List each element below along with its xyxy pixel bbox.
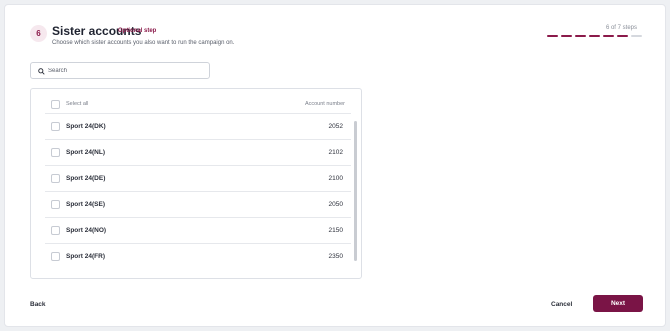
account-list: Sport 24(DK) 2052 Sport 24(NL) 2102 Sport 24… — [45, 113, 351, 269]
account-number: 2052 — [328, 123, 343, 130]
back-button[interactable]: Back — [30, 301, 46, 308]
account-name: Sport 24(NO) — [66, 227, 107, 234]
account-name: Sport 24(NL) — [66, 149, 105, 156]
step-dash — [603, 35, 614, 37]
search-input[interactable] — [48, 64, 206, 77]
row-checkbox[interactable] — [51, 122, 60, 131]
row-checkbox[interactable] — [51, 200, 60, 209]
table-row[interactable]: Sport 24(NO) 2150 — [45, 217, 351, 243]
step-dash — [617, 35, 628, 37]
next-button[interactable]: Next — [593, 295, 643, 312]
wizard-card: 6 Sister accounts Optional step Choose w… — [4, 4, 666, 327]
table-header: Select all Account number — [45, 97, 345, 113]
select-all-checkbox[interactable] — [51, 100, 60, 109]
row-checkbox[interactable] — [51, 226, 60, 235]
scrollbar[interactable] — [354, 121, 357, 261]
account-number: 2150 — [328, 227, 343, 234]
step-dash — [547, 35, 558, 37]
search-icon — [38, 68, 45, 75]
account-name: Sport 24(SE) — [66, 201, 106, 208]
select-all-label[interactable]: Select all — [66, 101, 88, 107]
row-checkbox[interactable] — [51, 148, 60, 157]
row-checkbox[interactable] — [51, 174, 60, 183]
step-dash — [589, 35, 600, 37]
table-row[interactable]: Sport 24(FR) 2350 — [45, 243, 351, 269]
account-number: 2050 — [328, 201, 343, 208]
optional-step-badge: Optional step — [118, 28, 157, 34]
account-name: Sport 24(DK) — [66, 123, 106, 130]
table-row[interactable]: Sport 24(NL) 2102 — [45, 139, 351, 165]
step-dash — [575, 35, 586, 37]
sister-accounts-panel: Select all Account number Sport 24(DK) 20… — [30, 88, 362, 279]
row-checkbox[interactable] — [51, 252, 60, 261]
account-number: 2100 — [328, 175, 343, 182]
step-number-badge: 6 — [30, 25, 47, 42]
page-subtitle: Choose which sister accounts you also wa… — [52, 40, 235, 46]
table-row[interactable]: Sport 24(SE) 2050 — [45, 191, 351, 217]
cancel-button[interactable]: Cancel — [551, 301, 572, 308]
account-number: 2350 — [328, 253, 343, 260]
table-row[interactable]: Sport 24(DK) 2052 — [45, 113, 351, 139]
step-dash — [631, 35, 642, 37]
step-progress-bar — [547, 35, 643, 38]
account-number: 2102 — [328, 149, 343, 156]
account-name: Sport 24(FR) — [66, 253, 105, 260]
step-dash — [561, 35, 572, 37]
search-box[interactable] — [30, 62, 210, 79]
step-progress-label: 6 of 7 steps — [605, 25, 637, 31]
account-name: Sport 24(DE) — [66, 175, 106, 182]
table-row[interactable]: Sport 24(DE) 2100 — [45, 165, 351, 191]
account-number-header: Account number — [304, 101, 345, 107]
